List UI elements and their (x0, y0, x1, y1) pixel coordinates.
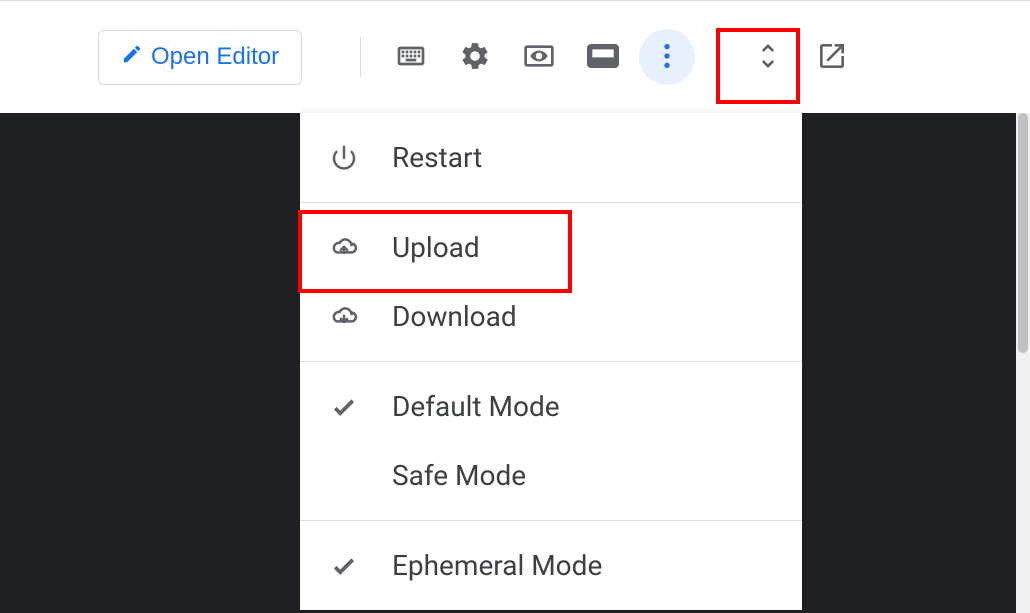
menu-item-label: Restart (392, 141, 482, 174)
cloud-upload-icon (328, 232, 360, 264)
check-icon (328, 550, 360, 582)
settings-button[interactable] (447, 29, 503, 85)
keyboard-icon (395, 40, 427, 75)
eye-box-icon (523, 40, 555, 75)
scrollbar-thumb[interactable] (1018, 113, 1028, 353)
more-vertical-icon (651, 40, 683, 75)
menu-item-label: Safe Mode (392, 459, 526, 492)
separator (360, 37, 361, 77)
pencil-icon (121, 43, 143, 72)
keyboard-button[interactable] (383, 29, 439, 85)
open-in-new-icon (816, 40, 848, 75)
menu-item-upload[interactable]: Upload (300, 213, 802, 282)
menu-item-label: Ephemeral Mode (392, 549, 602, 582)
open-editor-button[interactable]: Open Editor (98, 30, 302, 85)
menu-item-restart[interactable]: Restart (300, 123, 802, 192)
check-icon (328, 391, 360, 423)
separator (717, 37, 718, 77)
empty-icon (328, 460, 360, 492)
power-icon (328, 142, 360, 174)
menu-item-label: Default Mode (392, 390, 560, 423)
menu-item-label: Download (392, 300, 517, 333)
menu-item-safe-mode[interactable]: Safe Mode (300, 441, 802, 510)
panel-bottom-icon (587, 40, 619, 75)
open-editor-label: Open Editor (151, 43, 279, 71)
menu-item-label: Upload (392, 231, 480, 264)
gear-icon (459, 40, 491, 75)
panel-button[interactable] (575, 29, 631, 85)
more-options-button[interactable] (639, 29, 695, 85)
toolbar: Open Editor (0, 0, 1030, 113)
cloud-download-icon (328, 301, 360, 333)
menu-item-default-mode[interactable]: Default Mode (300, 372, 802, 441)
more-options-menu: Restart Upload Download Default Mode Saf… (300, 113, 802, 610)
open-new-window-button[interactable] (804, 29, 860, 85)
preview-button[interactable] (511, 29, 567, 85)
dropdown-scrollbar[interactable] (1016, 113, 1030, 613)
expand-collapse-button[interactable] (740, 29, 796, 85)
menu-item-download[interactable]: Download (300, 282, 802, 351)
menu-item-ephemeral-mode[interactable]: Ephemeral Mode (300, 531, 802, 600)
unfold-icon (752, 40, 784, 75)
